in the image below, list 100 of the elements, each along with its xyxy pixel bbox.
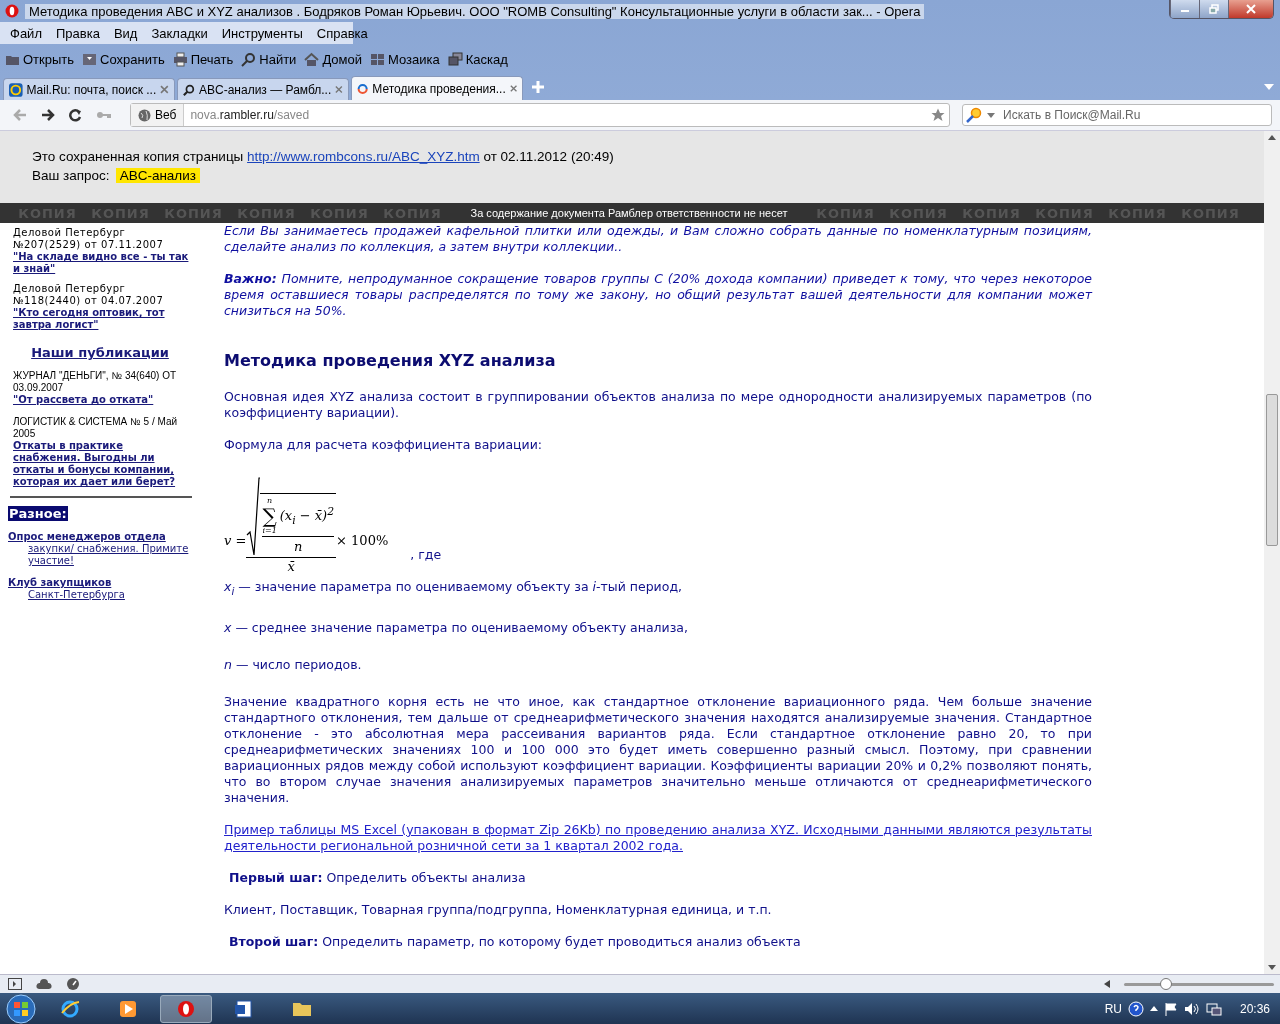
clock[interactable]: 20:36 <box>1239 1001 1270 1016</box>
definition-text: x$_{i}$ — значение параметра по оцениваемому объекту за i-тый период, <box>224 579 683 599</box>
globe-icon <box>60 998 80 1019</box>
definition-text: n — число периодов. <box>224 656 363 673</box>
formula: v = n ∑ i=1 (x$_{i}$ − x̄)$^{2}$ n x̄ × 100% <box>224 477 389 575</box>
globe-icon <box>138 108 151 122</box>
menu-item[interactable]: Правка <box>48 25 107 41</box>
page-link[interactable]: http://www.rombcons.ru/ABC_XYZ.htm <box>247 149 480 164</box>
at-sign-icon <box>9 82 23 97</box>
restore-icon <box>1209 4 1219 14</box>
flag-icon[interactable] <box>1163 1001 1178 1016</box>
publication-source: ЛОГИСТИК & СИСТЕМА № 5 / Май 2005 <box>12 416 179 440</box>
taskbar-button[interactable] <box>160 994 212 1023</box>
minimize-button[interactable] <box>1170 0 1199 18</box>
close-icon[interactable] <box>335 85 343 94</box>
tab-label[interactable]: ABC-анализ — Рамбл... <box>199 82 332 97</box>
tab[interactable]: Методика проведения... <box>351 76 523 100</box>
toolbar-button[interactable]: Мозаика <box>370 51 440 67</box>
menu-item[interactable]: Файл <box>3 25 49 41</box>
toolbar-button[interactable]: Найти <box>241 51 297 67</box>
query-highlight: ABC-анализ <box>115 168 200 183</box>
disclaimer-text: За содержание документа Рамблер ответственности не несет <box>469 207 789 219</box>
caret-up-icon[interactable] <box>1149 1006 1158 1011</box>
article-link[interactable]: Откаты в практике снабжения. Выгодны ли откаты и бонусы компании, которая их дает или берет? <box>13 440 192 488</box>
restore-button[interactable] <box>1199 0 1228 18</box>
language-indicator[interactable]: RU <box>1104 1001 1122 1016</box>
article-link[interactable]: "От рассвета до отката" <box>13 394 192 406</box>
network-icon[interactable] <box>1205 1001 1222 1016</box>
sidebar-link[interactable]: Опрос менеджеров отдела закупки/ снабжения. Примите участие! <box>8 531 192 567</box>
printer-icon <box>172 51 188 67</box>
star-icon[interactable] <box>931 108 945 122</box>
section-heading: Методика проведения XYZ анализа <box>224 353 557 369</box>
tab[interactable]: ABC-анализ — Рамбл... <box>177 78 349 100</box>
opera-icon <box>5 4 19 18</box>
web-button[interactable]: Веб <box>131 104 185 126</box>
menu-item[interactable]: Справка <box>309 25 375 41</box>
ring-icon <box>357 81 369 96</box>
menu-item[interactable]: Инструменты <box>214 25 310 41</box>
scroll-thumb[interactable] <box>1266 394 1278 546</box>
paragraph: Основная идея XYZ анализа состоит в группировании объектов анализа по мере однородности анализируемых параметров (по коэффициенту вариации). <box>224 389 1092 421</box>
toolbar-button[interactable]: Сохранить <box>82 51 165 67</box>
panel-icon[interactable] <box>8 978 22 990</box>
close-icon[interactable] <box>160 85 169 94</box>
tab-label[interactable]: Mail.Ru: почта, поиск ... <box>26 82 157 97</box>
start-button-icon[interactable] <box>4 993 38 1024</box>
caret-up-icon[interactable] <box>1268 135 1276 140</box>
caret-left-icon[interactable] <box>1104 980 1110 988</box>
definition-text: x — среднее значение параметра по оцениваемому объекту анализа, <box>224 619 689 636</box>
slider-thumb[interactable] <box>1160 977 1172 990</box>
cloud-icon[interactable] <box>36 978 52 990</box>
tab[interactable]: Mail.Ru: почта, поиск ... <box>3 78 175 100</box>
address-field[interactable]: Веб nova.rambler.ru/saved <box>130 103 950 127</box>
home-icon <box>304 51 320 67</box>
scrollbar[interactable] <box>1264 131 1280 974</box>
play-icon <box>118 998 138 1019</box>
paragraph: Клиент, Поставщик, Товарная группа/подгруппа, Номенклатурная единица, и т.п. <box>224 901 773 918</box>
speaker-icon[interactable] <box>1183 1001 1200 1016</box>
close-button[interactable] <box>1228 0 1273 18</box>
menu-item[interactable]: Вид <box>106 25 145 41</box>
close-icon[interactable] <box>509 84 517 93</box>
search-icon <box>241 51 257 67</box>
paragraph: Если Вы занимаетесь продажей кафельной плитки или одежды, и Вам сложно собрать данные по номенклатурным позициям, сделайте анализ по коллекция, а затем внутри коллекции.. <box>224 223 1092 255</box>
section-label: Разное: <box>8 506 68 521</box>
caret-down-icon[interactable] <box>1268 965 1276 970</box>
paragraph: Формула для расчета коэффициента вариации: <box>224 437 544 453</box>
toolbar-button[interactable]: Открыть <box>5 51 75 67</box>
step-text: Второй шаг: Определить параметр, по которому будет проводиться анализ объекта <box>229 933 802 950</box>
publication-source: Деловой Петербург №207(2529) от 07.11.2007 <box>12 227 165 251</box>
toolbar-button[interactable]: Домой <box>304 51 362 67</box>
url-text: nova.rambler.ru/saved <box>189 108 310 122</box>
step-text: Первый шаг: Определить объекты анализа <box>229 869 527 886</box>
section-link[interactable]: Наши публикации <box>31 345 169 360</box>
publication-source: Деловой Петербург №118(2440) от 04.07.2007 <box>12 283 165 307</box>
paragraph: Значение квадратного корня есть не что иное, как стандартное отклонение вариационного ряда. Чем больше значение стандартного отклонения, тем дальше от среднеарифметического значения находятся анализируемые значения. Стандартное отклонение - это абсолютная мера рассеивания вариантов ряда. Если стандартное отклонение равно 20, то при среднеарифметических значениях 100 и 100 000 это будет иметь совершенно разный смысл. Поэтому, при сравнении вариационных рядов между собой используют коэффициент вариации. Коэффициенты вариации 20% и 0,2% позволяют понять, что во втором случае значения анализируемых параметров значительно меньше отличаются от среднеарифметического значения. <box>224 693 1092 806</box>
formula-note: , где <box>410 547 442 563</box>
toolbar-button[interactable]: Каскад <box>447 51 508 67</box>
arrow-right-icon[interactable] <box>40 108 56 122</box>
caret-icon[interactable] <box>987 112 995 118</box>
magnifier-icon <box>966 107 982 123</box>
radical-sign-icon <box>246 477 261 557</box>
paragraph: Важно: Помните, непродуманное сокращение товаров группы С (20% дохода компании) приведет к тому, что через некоторое время оставшиеся товары распределятся по тому же закону, но общий результат вашей деятельности для компании может снизиться на 50%. <box>224 271 1092 319</box>
download-link[interactable]: Пример таблицы MS Excel (упакован в формат Zip 26Kb) по проведению анализа XYZ. Исходными данными являются результаты деятельности региональной розничной сети за 1 квартал 2002 года. <box>224 821 1092 854</box>
sidebar-link[interactable]: Клуб закупщиков Санкт-Петербурга <box>8 577 192 601</box>
menu-item[interactable]: Закладки <box>144 25 215 41</box>
article-link[interactable]: "На складе видно все - ты так и знай" <box>13 251 192 275</box>
windows-icon <box>447 51 463 67</box>
article-link[interactable]: "Кто сегодня оптовик, тот завтра логист" <box>13 307 192 331</box>
search-field[interactable]: Искать в Поиск@Mail.Ru <box>962 104 1272 126</box>
opera-icon <box>176 998 196 1019</box>
toolbar-button[interactable]: Печать <box>172 51 234 67</box>
publication-source: ЖУРНАЛ "ДЕНЬГИ", № 34(640) ОТ 03.09.2007 <box>12 370 178 394</box>
search-icon <box>183 82 195 97</box>
tiles-icon <box>370 51 385 67</box>
reload-icon[interactable] <box>68 108 84 122</box>
gauge-icon[interactable] <box>66 977 80 991</box>
document-icon <box>234 998 254 1019</box>
query-label: Ваш запрос: <box>32 168 110 183</box>
close-icon <box>1246 4 1256 14</box>
tab-label[interactable]: Методика проведения... <box>372 81 506 96</box>
help-icon[interactable] <box>1127 1000 1144 1017</box>
